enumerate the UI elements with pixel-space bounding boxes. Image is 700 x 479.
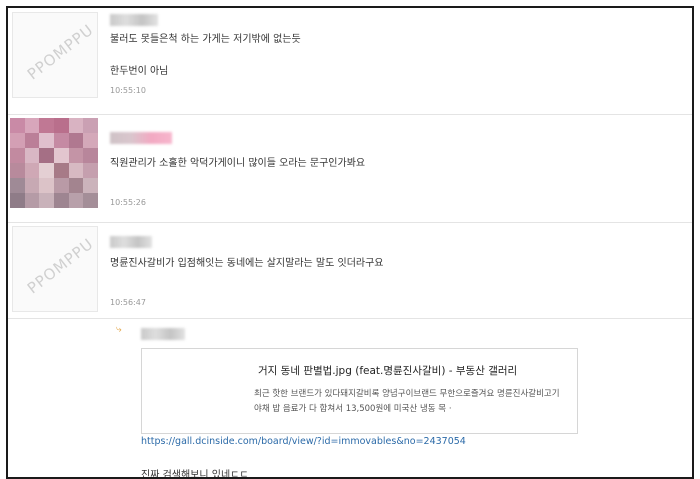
comment-item: PPOMPPU 불러도 못들은척 하는 가게는 저기밖에 없는듯 한두번이 아님… xyxy=(8,8,692,115)
avatar-watermark: PPOMPPU xyxy=(23,234,98,298)
link-preview-card[interactable]: 거지 동네 판별법.jpg (feat.명륜진사갈비) - 부동산 갤러리 최근… xyxy=(141,348,578,434)
link-preview-title[interactable]: 거지 동네 판별법.jpg (feat.명륜진사갈비) - 부동산 갤러리 xyxy=(258,363,517,378)
blurred-nickname[interactable] xyxy=(110,236,152,248)
blurred-nickname[interactable] xyxy=(110,14,158,26)
avatar[interactable] xyxy=(10,118,98,208)
comment-text: 불러도 못들은척 하는 가게는 저기밖에 없는듯 xyxy=(110,34,301,45)
avatar-watermark: PPOMPPU xyxy=(23,20,98,84)
comment-timestamp: 10:55:10 xyxy=(110,86,146,95)
comment-timestamp: 10:56:47 xyxy=(110,298,146,307)
comment-text: 직원관리가 소홀한 악덕가게이니 많이들 오라는 문구인가봐요 xyxy=(110,158,366,169)
reply-link[interactable]: https://gall.dcinside.com/board/view/?id… xyxy=(141,436,466,447)
reply-arrow-icon: ⤷ xyxy=(116,324,122,335)
avatar[interactable]: PPOMPPU xyxy=(12,12,98,98)
comment-text: 명륜진사갈비가 입점해잇는 동네에는 살지말라는 말도 잇더라구요 xyxy=(110,258,384,269)
blurred-nickname[interactable] xyxy=(110,132,172,144)
comment-list: PPOMPPU 불러도 못들은척 하는 가게는 저기밖에 없는듯 한두번이 아님… xyxy=(6,6,694,479)
comment-text: 진짜 검색해보니 있네ㄷㄷ xyxy=(141,470,249,479)
link-preview-description: 최근 핫한 브랜드가 있다돼지갈비록 양념구이브랜드 무한으로즐겨요 명륜진사갈… xyxy=(254,389,560,414)
comment-text: 한두번이 아님 xyxy=(110,66,169,77)
comment-item: 직원관리가 소홀한 악덕가게이니 많이들 오라는 문구인가봐요 10:55:26 xyxy=(8,114,692,223)
comment-timestamp: 10:55:26 xyxy=(110,198,146,207)
avatar[interactable]: PPOMPPU xyxy=(12,226,98,312)
blurred-nickname[interactable] xyxy=(141,328,185,340)
comment-item: PPOMPPU 명륜진사갈비가 입점해잇는 동네에는 살지말라는 말도 잇더라구… xyxy=(8,222,692,319)
